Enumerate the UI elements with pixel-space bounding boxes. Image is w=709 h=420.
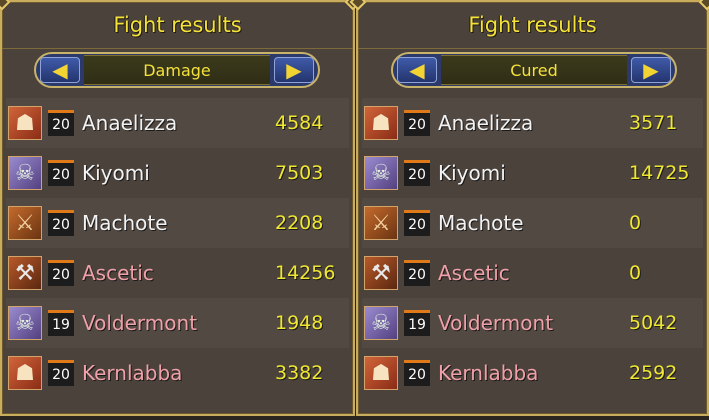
warrior-portrait-icon: ☗ xyxy=(364,356,398,390)
arrow-right-icon: ▶ xyxy=(286,58,302,82)
stat-selector-label: Cured xyxy=(441,55,627,85)
player-name: Machote xyxy=(438,211,524,235)
warrior-portrait-icon: ☗ xyxy=(8,106,42,140)
stat-value: 2592 xyxy=(629,362,678,384)
stat-value: 14725 xyxy=(629,162,690,184)
player-name: Voldermont xyxy=(438,311,554,335)
player-row[interactable]: ☗ 20 Kernlabba 2592 xyxy=(362,348,703,398)
warrior-portrait-icon: ☗ xyxy=(364,106,398,140)
level-badge: 20 xyxy=(48,110,74,136)
player-row[interactable]: ☠ 20 Kiyomi 7503 xyxy=(6,148,349,198)
player-row[interactable]: ⚔ 20 Machote 0 xyxy=(362,198,703,248)
level-badge: 20 xyxy=(404,260,430,286)
level-badge: 20 xyxy=(404,210,430,236)
player-row[interactable]: ☗ 20 Anaelizza 3571 xyxy=(362,98,703,148)
player-row[interactable]: ☠ 19 Voldermont 1948 xyxy=(6,298,349,348)
panel-title: Fight results xyxy=(358,2,707,49)
player-row[interactable]: ☠ 19 Voldermont 5042 xyxy=(362,298,703,348)
fighter-portrait-icon: ⚒ xyxy=(8,256,42,290)
stat-value: 0 xyxy=(629,262,642,284)
prev-stat-button[interactable]: ◀ xyxy=(40,57,80,83)
fighter-portrait-icon: ⚒ xyxy=(364,256,398,290)
player-name: Kernlabba xyxy=(82,361,183,385)
skull-portrait-icon: ☠ xyxy=(8,306,42,340)
next-stat-button[interactable]: ▶ xyxy=(631,57,671,83)
level-badge: 19 xyxy=(404,310,430,336)
player-row[interactable]: ⚔ 20 Machote 2208 xyxy=(6,198,349,248)
prev-stat-button[interactable]: ◀ xyxy=(397,57,437,83)
rogue-portrait-icon: ⚔ xyxy=(364,206,398,240)
level-badge: 20 xyxy=(404,160,430,186)
stat-value: 3382 xyxy=(275,362,324,384)
panel-title: Fight results xyxy=(2,2,353,49)
level-badge: 20 xyxy=(404,110,430,136)
stat-value: 3571 xyxy=(629,112,678,134)
stat-value: 2208 xyxy=(275,212,324,234)
stat-value: 5042 xyxy=(629,312,678,334)
skull-portrait-icon: ☠ xyxy=(8,156,42,190)
player-name: Machote xyxy=(82,211,168,235)
level-badge: 20 xyxy=(48,210,74,236)
player-row[interactable]: ☠ 20 Kiyomi 14725 xyxy=(362,148,703,198)
level-badge: 19 xyxy=(48,310,74,336)
rogue-portrait-icon: ⚔ xyxy=(8,206,42,240)
player-list: ☗ 20 Anaelizza 4584 ☠ 20 Kiyomi 7503 ⚔ 2… xyxy=(6,98,349,398)
level-badge: 20 xyxy=(404,360,430,386)
level-badge: 20 xyxy=(48,160,74,186)
stat-value: 4584 xyxy=(275,112,324,134)
player-row[interactable]: ⚒ 20 Ascetic 14256 xyxy=(6,248,349,298)
warrior-portrait-icon: ☗ xyxy=(8,356,42,390)
player-name: Voldermont xyxy=(82,311,198,335)
next-stat-button[interactable]: ▶ xyxy=(274,57,314,83)
skull-portrait-icon: ☠ xyxy=(364,156,398,190)
player-name: Anaelizza xyxy=(82,111,178,135)
stat-value: 1948 xyxy=(275,312,324,334)
level-badge: 20 xyxy=(48,260,74,286)
player-name: Anaelizza xyxy=(438,111,534,135)
fight-results-panel-cured: Fight results ◀ Cured ▶ ☗ 20 Anaelizza 3… xyxy=(349,0,709,416)
stat-selector: ◀ Damage ▶ xyxy=(34,52,320,88)
stat-value: 0 xyxy=(629,212,642,234)
stat-value: 14256 xyxy=(275,262,336,284)
skull-portrait-icon: ☠ xyxy=(364,306,398,340)
arrow-right-icon: ▶ xyxy=(643,58,659,82)
player-name: Ascetic xyxy=(82,261,154,285)
fight-results-panel-damage: Fight results ◀ Damage ▶ ☗ 20 Anaelizza … xyxy=(0,0,362,416)
stat-selector: ◀ Cured ▶ xyxy=(391,52,677,88)
arrow-left-icon: ◀ xyxy=(52,58,68,82)
level-badge: 20 xyxy=(48,360,74,386)
player-list: ☗ 20 Anaelizza 3571 ☠ 20 Kiyomi 14725 ⚔ … xyxy=(362,98,703,398)
player-name: Kernlabba xyxy=(438,361,539,385)
player-row[interactable]: ☗ 20 Kernlabba 3382 xyxy=(6,348,349,398)
player-row[interactable]: ☗ 20 Anaelizza 4584 xyxy=(6,98,349,148)
fight-results-screen: Fight results ◀ Damage ▶ ☗ 20 Anaelizza … xyxy=(0,0,709,420)
player-name: Kiyomi xyxy=(82,161,150,185)
player-name: Kiyomi xyxy=(438,161,506,185)
player-row[interactable]: ⚒ 20 Ascetic 0 xyxy=(362,248,703,298)
arrow-left-icon: ◀ xyxy=(409,58,425,82)
stat-value: 7503 xyxy=(275,162,324,184)
player-name: Ascetic xyxy=(438,261,510,285)
stat-selector-label: Damage xyxy=(84,55,270,85)
